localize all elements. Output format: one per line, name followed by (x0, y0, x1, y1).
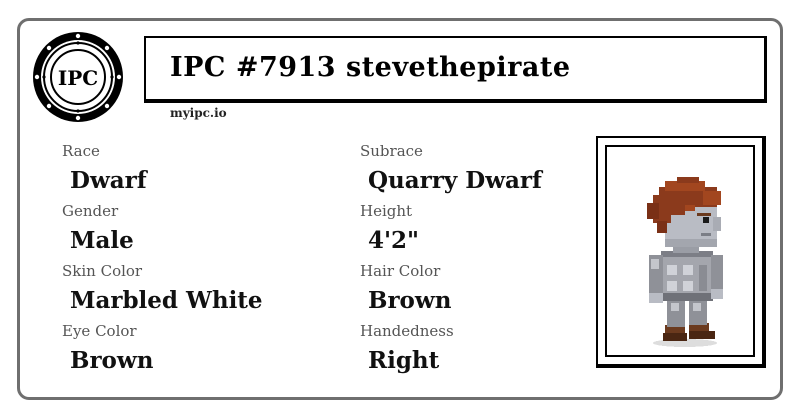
skin-color-value: Marbled White (70, 287, 263, 314)
race-value: Dwarf (70, 167, 147, 194)
hair-color-label: Hair Color (360, 262, 441, 280)
gender-value: Male (70, 227, 134, 254)
height-value: 4'2" (368, 227, 420, 254)
ipc-logo-icon: IPC (31, 30, 125, 124)
site-link[interactable]: myipc.io (170, 106, 227, 120)
handedness-value: Right (368, 347, 440, 374)
subrace-value: Quarry Dwarf (368, 167, 542, 194)
page-title: IPC #7913 stevethepirate (170, 52, 571, 83)
hair-color-value: Brown (368, 287, 452, 314)
subrace-label: Subrace (360, 142, 423, 160)
skin-color-label: Skin Color (62, 262, 143, 280)
dwarf-character-sprite-icon (647, 177, 723, 347)
eye-color-label: Eye Color (62, 322, 137, 340)
portrait-frame (596, 136, 766, 368)
gender-label: Gender (62, 202, 119, 220)
handedness-label: Handedness (360, 322, 454, 340)
race-label: Race (62, 142, 100, 160)
logo-text: IPC (58, 66, 98, 90)
portrait-panel (605, 145, 755, 357)
eye-color-value: Brown (70, 347, 154, 374)
height-label: Height (360, 202, 413, 220)
